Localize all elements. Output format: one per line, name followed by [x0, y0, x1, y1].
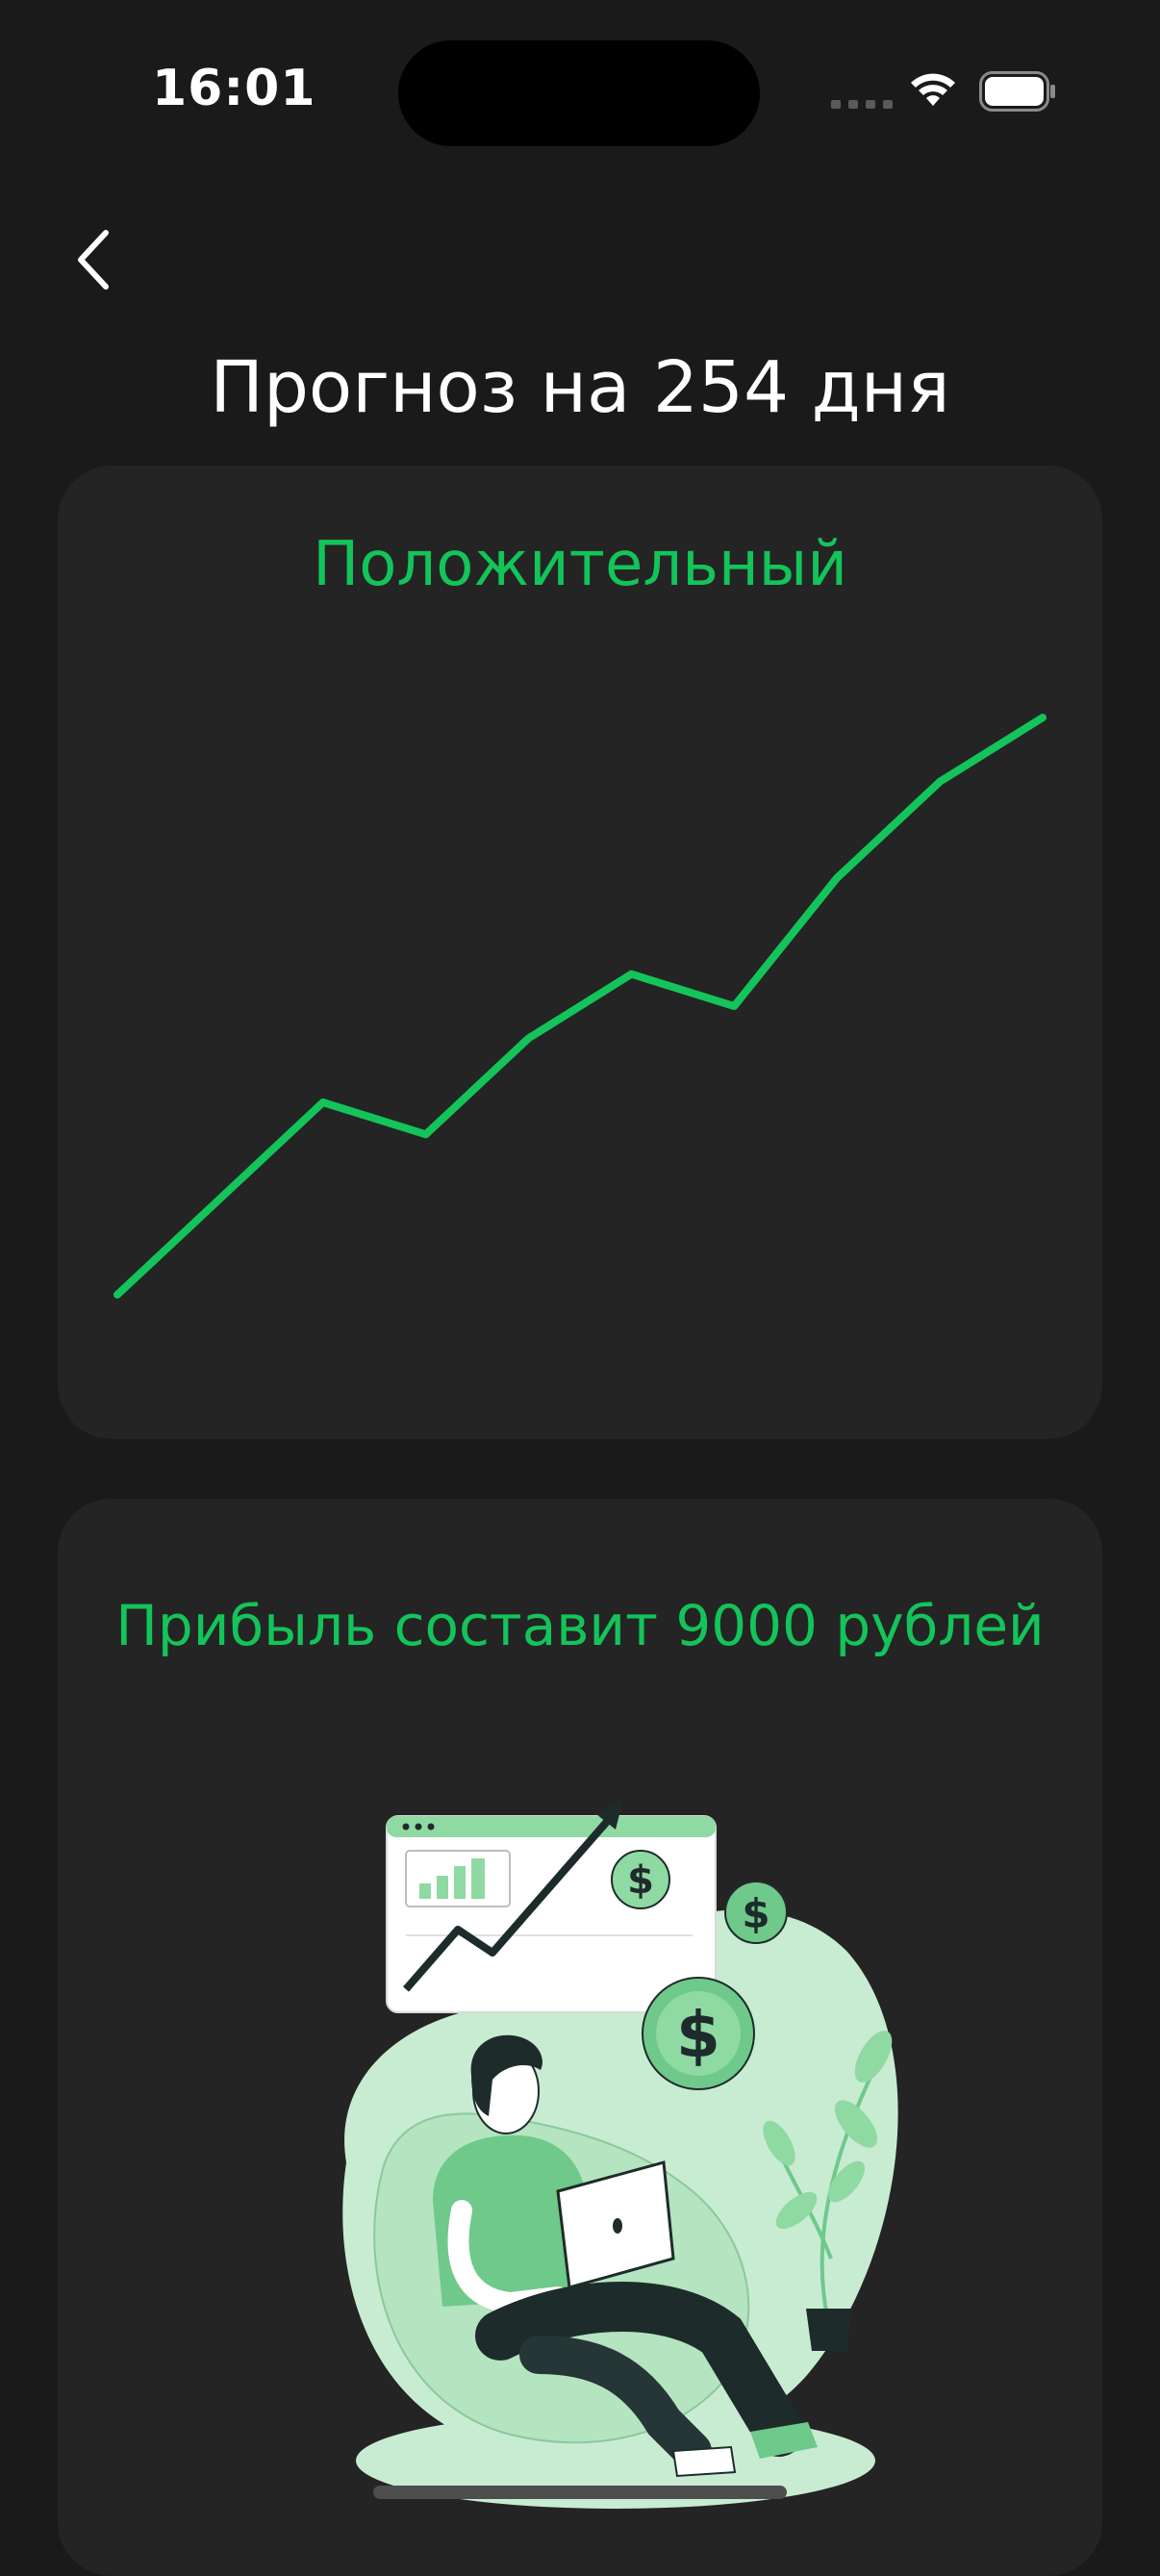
- wifi-icon: [911, 73, 955, 106]
- forecast-card: Положительный: [58, 466, 1102, 1439]
- page-title: Прогноз на 254 дня: [210, 346, 950, 429]
- profit-card: Прибыль составит 9000 рублей $ $ $: [58, 1499, 1102, 2576]
- coin-icon: $: [724, 1881, 788, 1944]
- growth-illustration: $ $ $: [342, 1799, 898, 2509]
- series-line: [113, 714, 1047, 1299]
- dashboard-panel: $: [386, 1799, 717, 2013]
- status-bar: 16:01: [0, 0, 1160, 183]
- dynamic-island: [398, 40, 760, 146]
- home-indicator: [373, 2486, 787, 2499]
- svg-text:$: $: [676, 1998, 720, 2072]
- svg-text:$: $: [742, 1890, 769, 1937]
- svg-text:$: $: [627, 1858, 654, 1903]
- back-button[interactable]: [54, 221, 131, 298]
- coin-icon: $: [642, 1977, 755, 2090]
- profit-label: Прибыль составит 9000 рублей: [115, 1593, 1045, 1658]
- cellular-signal-icon: [831, 100, 893, 109]
- forecast-chart: [113, 714, 1047, 1299]
- battery-icon: [979, 71, 1055, 112]
- status-time: 16:01: [152, 60, 316, 117]
- chevron-left-icon: [78, 230, 109, 290]
